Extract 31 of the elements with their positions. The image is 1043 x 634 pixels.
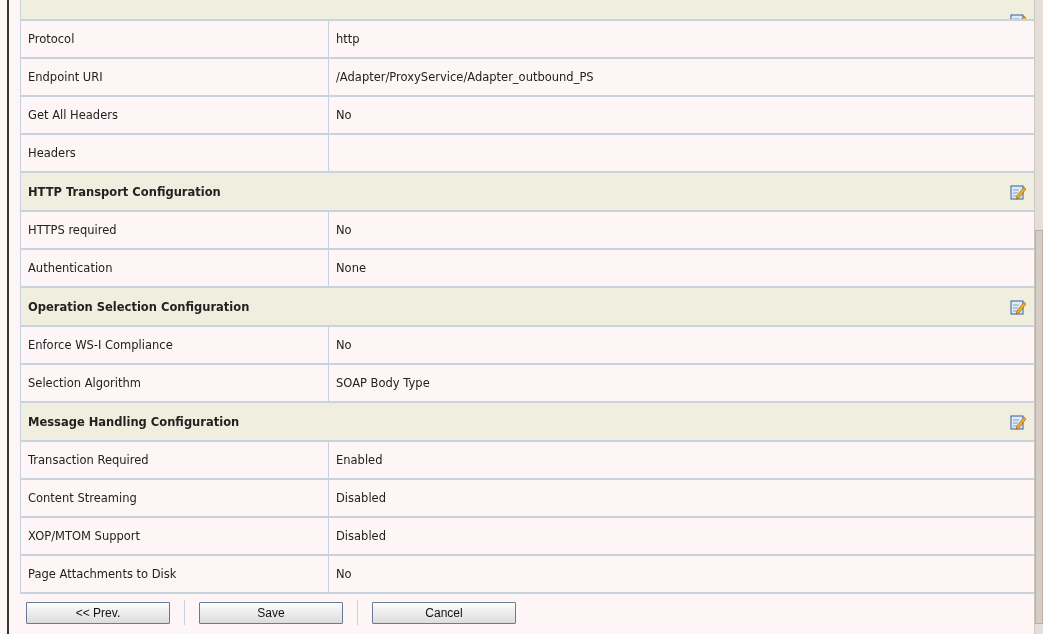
scrollbar-thumb[interactable]: [1035, 230, 1043, 624]
property-value: Enabled: [335, 452, 384, 469]
property-label: Content Streaming: [21, 480, 329, 516]
form-button[interactable]: << Prev.: [26, 601, 170, 624]
property-value: SOAP Body Type: [335, 375, 431, 392]
property-value: No: [335, 222, 353, 239]
property-label: Enforce WS-I Compliance: [21, 327, 329, 363]
property-label: HTTPS required: [21, 212, 329, 248]
property-value: No: [335, 107, 353, 124]
property-label: Protocol: [21, 21, 329, 57]
section-title: Message Handling Configuration: [28, 414, 240, 429]
property-label: XOP/MTOM Support: [21, 518, 329, 554]
property-label: Endpoint URI: [21, 59, 329, 95]
property-label: Transaction Required: [21, 442, 329, 478]
property-value: None: [335, 260, 367, 277]
property-value: No: [335, 566, 353, 583]
property-value: /Adapter/ProxyService/Adapter_outbound_PS: [335, 69, 595, 86]
form-button[interactable]: Save: [199, 601, 343, 624]
property-label: Page Attachments to Disk: [21, 556, 329, 592]
property-value: Disabled: [335, 490, 387, 507]
form-button[interactable]: Cancel: [372, 601, 516, 624]
property-label: Selection Algorithm: [21, 365, 329, 401]
section-title: Operation Selection Configuration: [28, 299, 250, 314]
property-label: Headers: [21, 135, 329, 171]
property-value: No: [335, 337, 353, 354]
property-value: Disabled: [335, 528, 387, 545]
property-value: http: [335, 31, 361, 48]
scrollbar[interactable]: [1034, 0, 1043, 634]
section-title: HTTP Transport Configuration: [28, 184, 221, 199]
property-label: Authentication: [21, 250, 329, 286]
property-label: Get All Headers: [21, 97, 329, 133]
